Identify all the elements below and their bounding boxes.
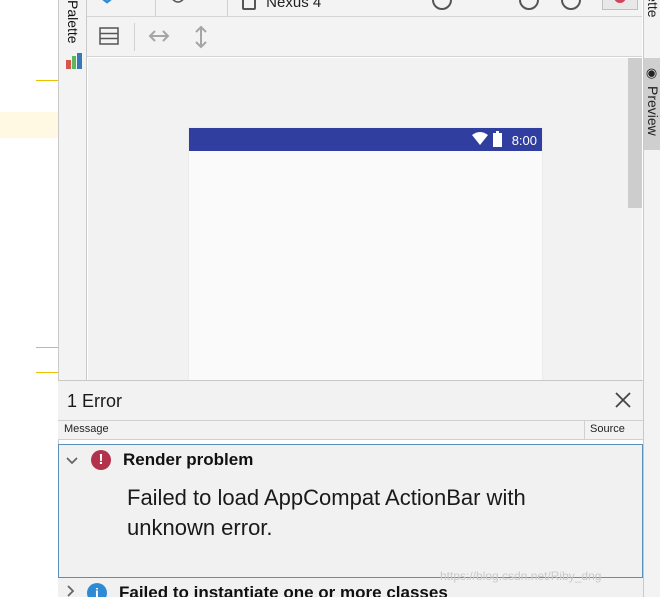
editor-toolbar: Nexus 4 [87,0,642,17]
watermark: https://blog.csdn.net/Riby_dng [440,569,602,583]
device-label: Nexus 4 [266,0,322,11]
error-table-header: Message Source [58,420,643,440]
palette-label: Palette [65,0,81,44]
right-top-tab-label[interactable]: Palette [645,0,660,18]
close-icon[interactable] [613,390,633,410]
gutter-marker [36,347,58,348]
info-icon: i [87,583,107,597]
error-title: Render problem [123,450,254,469]
layout-toolbar [87,17,642,57]
wifi-icon [472,132,488,145]
device-selector[interactable]: Nexus 4 [242,0,352,11]
column-message[interactable]: Message [64,423,109,435]
preview-label: Preview [645,86,660,136]
error-title: Failed to instantiate one or more classe… [119,583,448,597]
horizontal-resize-icon[interactable] [148,28,170,44]
error-panel-header: 1 Error [58,380,643,420]
error-message: Failed to load AppCompat ActionBar with … [127,485,526,540]
error-indicator-icon [614,0,626,3]
preview-tab[interactable]: ◉ Preview [644,58,660,150]
palette-icon [66,53,82,69]
error-panel-title: 1 Error [67,391,123,411]
chevron-right-icon[interactable] [64,584,78,597]
gutter-marker [36,80,58,81]
layout-list-icon[interactable] [99,26,119,46]
preview-eye-icon: ◉ [645,66,660,81]
column-source[interactable]: Source [590,423,625,435]
design-mode-icon[interactable] [97,0,117,8]
blueprint-mode-icon[interactable] [167,0,189,8]
error-row[interactable]: ! Render problem Failed to load AppCompa… [58,444,643,578]
vertical-resize-icon[interactable] [193,25,209,49]
zoom-in-icon[interactable] [561,0,581,10]
error-icon: ! [91,450,111,470]
status-time: 8:00 [511,133,537,148]
chevron-down-icon[interactable] [65,454,79,468]
palette-tab[interactable]: Palette [58,0,87,380]
canvas-scrollbar[interactable] [628,58,642,208]
column-divider[interactable] [584,421,585,439]
current-line-highlight [0,112,58,138]
battery-icon [493,131,502,147]
device-preview[interactable]: 8:00 [189,128,542,380]
gutter-marker [36,372,58,373]
error-toggle-button[interactable] [602,0,638,10]
right-tool-strip: Palette ◉ Preview [643,0,660,597]
device-status-bar: 8:00 [189,128,542,151]
device-icon [242,0,256,10]
zoom-out-icon[interactable] [519,0,539,10]
orientation-icon[interactable] [432,0,452,10]
